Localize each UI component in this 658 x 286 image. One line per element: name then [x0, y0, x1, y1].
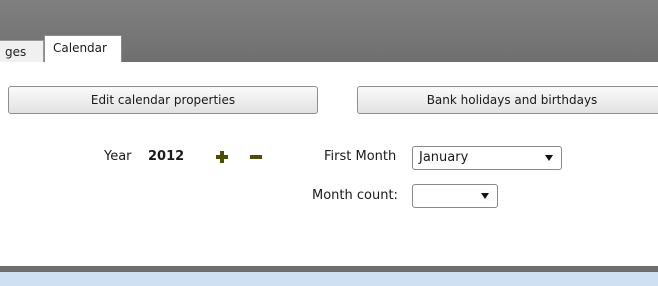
tab-bar: ges Calendar: [0, 0, 658, 62]
tab-calendar[interactable]: Calendar: [44, 35, 122, 62]
chevron-down-icon: [481, 193, 489, 199]
bank-holidays-birthdays-label: Bank holidays and birthdays: [426, 93, 598, 107]
edit-calendar-properties-label: Edit calendar properties: [90, 93, 236, 107]
tab-calendar-label: Calendar: [53, 41, 107, 55]
tab-pages-label: ges: [5, 45, 27, 59]
edit-calendar-properties-button[interactable]: Edit calendar properties: [8, 86, 318, 114]
minus-icon[interactable]: [249, 150, 263, 164]
plus-icon[interactable]: [215, 150, 229, 164]
bank-holidays-birthdays-button[interactable]: Bank holidays and birthdays: [357, 86, 658, 114]
month-count-label: Month count:: [312, 188, 398, 203]
chevron-down-icon: [545, 155, 553, 161]
bottom-panel-strip: [0, 272, 658, 286]
first-month-value: January: [419, 150, 469, 165]
month-count-select[interactable]: [412, 184, 498, 208]
year-value: 2012: [148, 149, 185, 164]
first-month-select[interactable]: January: [412, 146, 562, 170]
tab-pages[interactable]: ges: [0, 40, 44, 62]
first-month-label: First Month: [324, 149, 397, 164]
year-label: Year: [104, 149, 132, 164]
